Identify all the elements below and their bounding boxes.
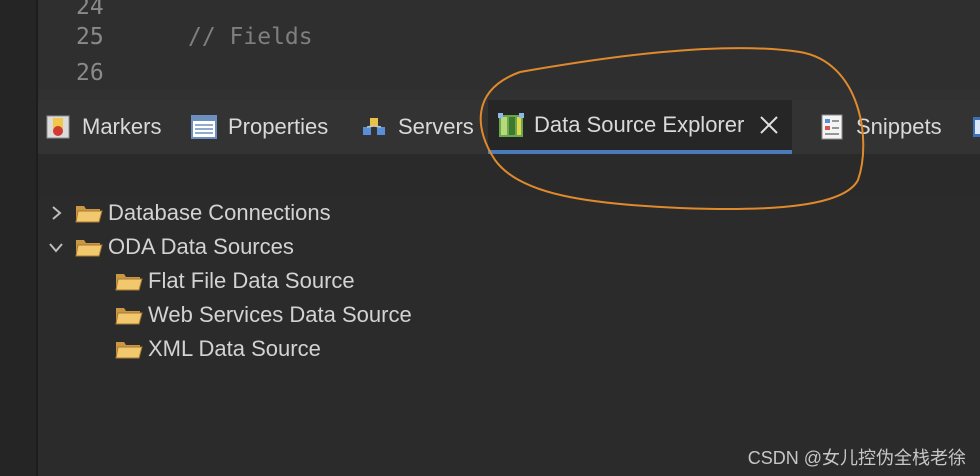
view-toolbar — [38, 154, 980, 197]
line-number: 25 — [76, 24, 104, 50]
servers-icon — [360, 113, 388, 141]
folder-open-icon — [114, 337, 144, 361]
tab-properties[interactable]: Properties — [190, 100, 328, 154]
console-icon — [972, 113, 980, 141]
tab-servers[interactable]: Servers — [360, 100, 474, 154]
folder-icon — [74, 201, 104, 225]
tree-item-web-services-data-source[interactable]: Web Services Data Source — [114, 298, 412, 332]
tab-data-source-explorer[interactable]: Data Source Explorer — [488, 100, 793, 154]
properties-icon — [190, 113, 218, 141]
tab-snippets[interactable]: Snippets — [818, 100, 942, 154]
chevron-right-icon[interactable] — [46, 203, 66, 223]
line-number: 26 — [76, 60, 104, 86]
tree-item-label: Database Connections — [108, 200, 331, 225]
tree-item-database-connections[interactable]: Database Connections — [46, 196, 331, 230]
tab-label: Properties — [228, 114, 329, 139]
left-gutter — [0, 0, 38, 476]
close-tab-icon[interactable] — [758, 114, 780, 136]
line-code: // Fields — [188, 24, 313, 50]
tree-item-label: Flat File Data Source — [148, 268, 355, 293]
snippets-icon — [818, 113, 846, 141]
folder-open-icon — [114, 269, 144, 293]
code-line: 25 // Fields — [38, 20, 980, 54]
tree-item-label: Web Services Data Source — [148, 302, 412, 327]
data-source-tree: Database Connections ODA Data Sources Fl… — [38, 196, 980, 476]
folder-open-icon — [74, 235, 104, 259]
tree-item-label: XML Data Source — [148, 336, 321, 361]
tab-overflow[interactable] — [972, 100, 980, 154]
view-separator[interactable] — [38, 90, 980, 100]
tab-label: Snippets — [856, 114, 942, 139]
code-line: 26 — [38, 56, 980, 90]
view-tab-bar: Markers Properties Servers Data Source E… — [38, 100, 980, 154]
tab-label: Markers — [82, 114, 162, 139]
folder-open-icon — [114, 303, 144, 327]
tree-item-label: ODA Data Sources — [108, 234, 294, 259]
chevron-down-icon[interactable] — [46, 237, 66, 257]
code-editor[interactable]: 24 25 // Fields 26 — [38, 0, 980, 91]
tree-item-oda-data-sources[interactable]: ODA Data Sources — [46, 230, 294, 264]
watermark: CSDN @女儿控伪全栈老徐 — [747, 448, 966, 468]
tree-item-xml-data-source[interactable]: XML Data Source — [114, 332, 321, 366]
tree-item-flat-file-data-source[interactable]: Flat File Data Source — [114, 264, 355, 298]
data-source-explorer-icon — [496, 111, 524, 139]
tab-label: Servers — [398, 114, 474, 139]
tab-markers[interactable]: Markers — [44, 100, 161, 154]
markers-icon — [44, 113, 72, 141]
tab-label: Data Source Explorer — [534, 112, 745, 137]
